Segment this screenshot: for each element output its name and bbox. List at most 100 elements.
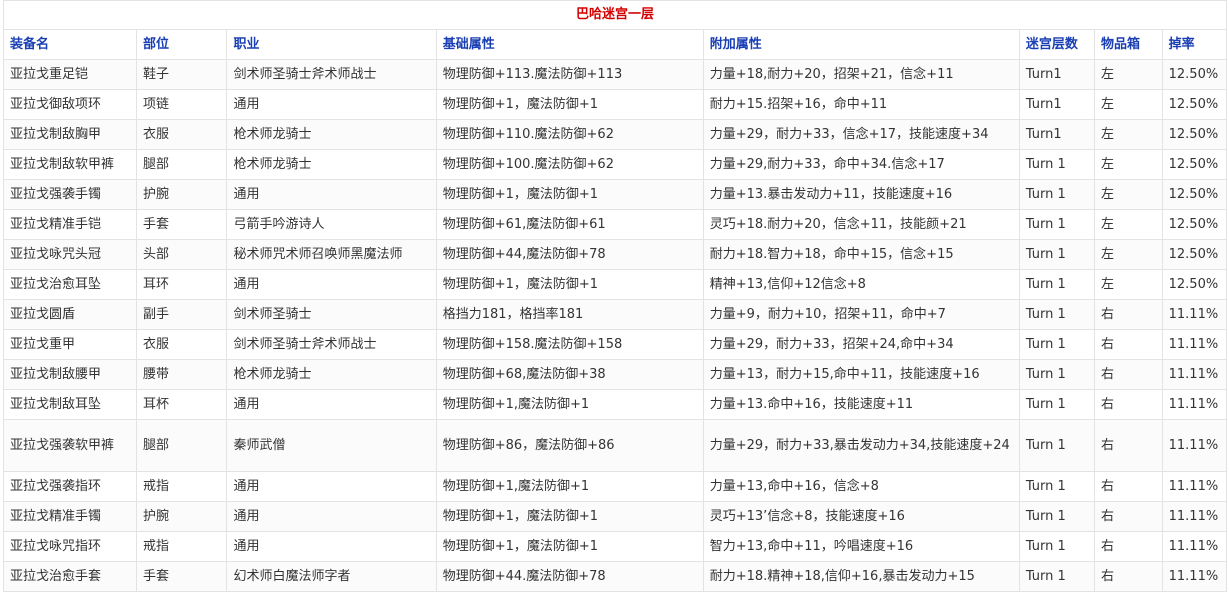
table-title-row: 巴哈迷宫一层	[3, 0, 1227, 30]
cell-extra-stats: 力量+29，耐力+33，招架+24,命中+34	[702, 329, 1020, 360]
table-row: 亚拉戈强袭指环 戒指 通用 物理防御+1,魔法防御+1 力量+13,命中+16，…	[3, 471, 1228, 502]
cell-slot: 戒指	[135, 531, 228, 562]
cell-base-stats: 物理防御+1,魔法防御+1	[435, 471, 704, 502]
cell-equipment-name: 亚拉戈精准手镯	[3, 501, 137, 532]
cell-slot: 耳环	[135, 269, 228, 300]
cell-extra-stats: 力量+18,耐力+20，招架+21，信念+11	[702, 59, 1020, 90]
cell-drop-rate: 12.50%	[1161, 269, 1228, 300]
cell-job: 通用	[226, 471, 437, 502]
cell-chest: 右	[1094, 501, 1163, 532]
cell-equipment-name: 亚拉戈强袭软甲裤	[3, 419, 137, 472]
cell-extra-stats: 力量+29，耐力+33，信念+17，技能速度+34	[702, 119, 1020, 150]
cell-slot: 腿部	[135, 419, 228, 472]
cell-job: 枪术师龙骑士	[226, 359, 437, 390]
loot-table-container: 巴哈迷宫一层 装备名 部位 职业 基础属性 附加属性 迷宫层数 物品箱 掉率 亚…	[3, 0, 1228, 592]
cell-extra-stats: 灵巧+13’信念+8，技能速度+16	[702, 501, 1020, 532]
table-row: 亚拉戈圆盾 副手 剑术师圣骑士 格挡力181，格挡率181 力量+9，耐力+10…	[3, 299, 1228, 330]
cell-extra-stats: 力量+29,耐力+33，命中+34.信念+17	[702, 149, 1020, 180]
header-equipment-name: 装备名	[3, 29, 137, 60]
cell-drop-rate: 11.11%	[1161, 299, 1228, 330]
table-row: 亚拉戈强袭软甲裤 腿部 秦师武僧 物理防御+86，魔法防御+86 力量+29，耐…	[3, 419, 1228, 472]
cell-chest: 右	[1094, 299, 1163, 330]
cell-base-stats: 物理防御+44,魔法防御+78	[435, 239, 704, 270]
cell-base-stats: 物理防御+68,魔法防御+38	[435, 359, 704, 390]
cell-slot: 手套	[135, 209, 228, 240]
cell-floor: Turn 1	[1018, 329, 1096, 360]
cell-floor: Turn 1	[1018, 209, 1096, 240]
cell-chest: 左	[1094, 269, 1163, 300]
cell-chest: 右	[1094, 471, 1163, 502]
header-chest: 物品箱	[1094, 29, 1163, 60]
header-extra-stats: 附加属性	[702, 29, 1020, 60]
table-title: 巴哈迷宫一层	[3, 0, 1227, 30]
cell-slot: 耳杯	[135, 389, 228, 420]
cell-base-stats: 物理防御+44.魔法防御+78	[435, 561, 704, 592]
cell-base-stats: 物理防御+110.魔法防御+62	[435, 119, 704, 150]
cell-drop-rate: 12.50%	[1161, 89, 1228, 120]
cell-extra-stats: 耐力+18.智力+18，命中+15，信念+15	[702, 239, 1020, 270]
cell-floor: Turn1	[1018, 119, 1096, 150]
cell-base-stats: 物理防御+158.魔法防御+158	[435, 329, 704, 360]
cell-equipment-name: 亚拉戈强袭指环	[3, 471, 137, 502]
cell-slot: 腰带	[135, 359, 228, 390]
cell-extra-stats: 灵巧+18.耐力+20，信念+11，技能颜+21	[702, 209, 1020, 240]
cell-floor: Turn 1	[1018, 239, 1096, 270]
cell-slot: 护腕	[135, 179, 228, 210]
cell-job: 剑术师圣骑士斧术师战士	[226, 329, 437, 360]
loot-table: 巴哈迷宫一层 装备名 部位 职业 基础属性 附加属性 迷宫层数 物品箱 掉率 亚…	[3, 0, 1228, 592]
table-row: 亚拉戈制敌胸甲 衣服 枪术师龙骑士 物理防御+110.魔法防御+62 力量+29…	[3, 119, 1228, 150]
cell-floor: Turn 1	[1018, 531, 1096, 562]
table-row: 亚拉戈制敌软甲裤 腿部 枪术师龙骑士 物理防御+100.魔法防御+62 力量+2…	[3, 149, 1228, 180]
table-row: 亚拉戈制敌耳坠 耳杯 通用 物理防御+1,魔法防御+1 力量+13.命中+16，…	[3, 389, 1228, 420]
table-row: 亚拉戈强袭手镯 护腕 通用 物理防御+1，魔法防御+1 力量+13.暴击发动力+…	[3, 179, 1228, 210]
cell-equipment-name: 亚拉戈制敌胸甲	[3, 119, 137, 150]
cell-drop-rate: 12.50%	[1161, 209, 1228, 240]
header-floor: 迷宫层数	[1018, 29, 1096, 60]
cell-slot: 手套	[135, 561, 228, 592]
cell-base-stats: 物理防御+113.魔法防御+113	[435, 59, 704, 90]
cell-extra-stats: 力量+9，耐力+10，招架+11，命中+7	[702, 299, 1020, 330]
cell-floor: Turn 1	[1018, 149, 1096, 180]
cell-chest: 左	[1094, 119, 1163, 150]
cell-equipment-name: 亚拉戈精准手铠	[3, 209, 137, 240]
cell-floor: Turn1	[1018, 89, 1096, 120]
cell-job: 秘术师咒术师召唤师黑魔法师	[226, 239, 437, 270]
cell-extra-stats: 精神+13,信仰+12信念+8	[702, 269, 1020, 300]
cell-job: 通用	[226, 179, 437, 210]
cell-equipment-name: 亚拉戈圆盾	[3, 299, 137, 330]
cell-chest: 左	[1094, 149, 1163, 180]
cell-floor: Turn 1	[1018, 269, 1096, 300]
cell-drop-rate: 11.11%	[1161, 531, 1228, 562]
table-row: 亚拉戈精准手铠 手套 弓箭手吟游诗人 物理防御+61,魔法防御+61 灵巧+18…	[3, 209, 1228, 240]
cell-chest: 右	[1094, 359, 1163, 390]
cell-slot: 头部	[135, 239, 228, 270]
table-row: 亚拉戈重甲 衣服 剑术师圣骑士斧术师战士 物理防御+158.魔法防御+158 力…	[3, 329, 1228, 360]
cell-drop-rate: 12.50%	[1161, 239, 1228, 270]
cell-drop-rate: 12.50%	[1161, 179, 1228, 210]
cell-drop-rate: 12.50%	[1161, 149, 1228, 180]
cell-floor: Turn 1	[1018, 299, 1096, 330]
table-row: 亚拉戈制敌腰甲 腰带 枪术师龙骑士 物理防御+68,魔法防御+38 力量+13，…	[3, 359, 1228, 390]
cell-job: 通用	[226, 389, 437, 420]
cell-equipment-name: 亚拉戈重甲	[3, 329, 137, 360]
cell-base-stats: 物理防御+1,魔法防御+1	[435, 389, 704, 420]
cell-job: 秦师武僧	[226, 419, 437, 472]
cell-job: 剑术师圣骑士斧术师战士	[226, 59, 437, 90]
cell-slot: 项链	[135, 89, 228, 120]
cell-floor: Turn 1	[1018, 471, 1096, 502]
cell-job: 幻术师白魔法师字者	[226, 561, 437, 592]
table-row: 亚拉戈咏咒指环 戒指 通用 物理防御+1，魔法防御+1 智力+13,命中+11，…	[3, 531, 1228, 562]
cell-job: 枪术师龙骑士	[226, 119, 437, 150]
cell-chest: 左	[1094, 239, 1163, 270]
cell-job: 剑术师圣骑士	[226, 299, 437, 330]
cell-base-stats: 物理防御+1，魔法防御+1	[435, 501, 704, 532]
cell-drop-rate: 11.11%	[1161, 501, 1228, 532]
cell-extra-stats: 力量+13,命中+16，信念+8	[702, 471, 1020, 502]
cell-slot: 副手	[135, 299, 228, 330]
cell-chest: 右	[1094, 329, 1163, 360]
cell-drop-rate: 12.50%	[1161, 119, 1228, 150]
cell-base-stats: 物理防御+61,魔法防御+61	[435, 209, 704, 240]
cell-floor: Turn 1	[1018, 561, 1096, 592]
table-row: 亚拉戈治愈耳坠 耳环 通用 物理防御+1，魔法防御+1 精神+13,信仰+12信…	[3, 269, 1228, 300]
cell-equipment-name: 亚拉戈制敌腰甲	[3, 359, 137, 390]
